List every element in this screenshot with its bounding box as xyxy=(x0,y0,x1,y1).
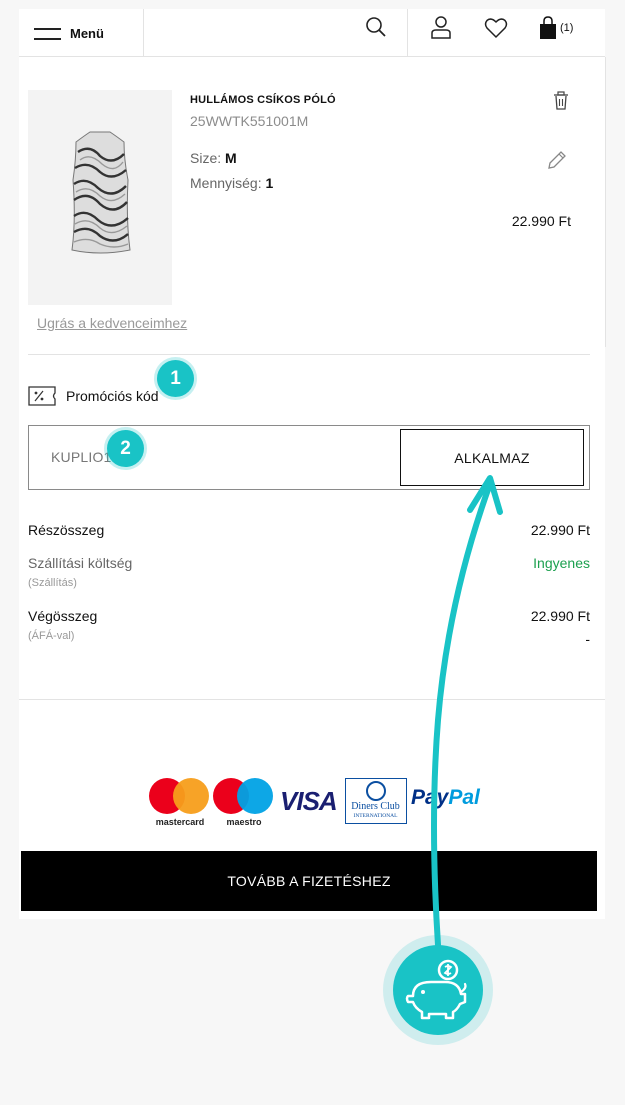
search-icon[interactable] xyxy=(362,13,390,41)
diners-sublabel: INTERNATIONAL xyxy=(353,813,398,819)
diners-logo: Diners Club INTERNATIONAL xyxy=(345,778,407,824)
cart-page: Menü (1) HULLÁMOS CSÍKOS PÓLÓ 25WWTK5510… xyxy=(19,9,606,919)
promo-header[interactable]: Promóciós kód xyxy=(28,384,159,408)
coupon-icon xyxy=(28,386,56,406)
step-badge-2: 2 xyxy=(107,430,144,467)
subtotal-value: 22.990 Ft xyxy=(530,522,590,538)
product-image[interactable] xyxy=(28,90,172,305)
product-quantity: Mennyiség: 1 xyxy=(190,175,273,191)
scrollbar[interactable] xyxy=(605,57,606,347)
shipping-label: Szállítási költség xyxy=(28,555,133,571)
mastercard-logo: mastercard xyxy=(149,776,211,828)
mastercard-label: mastercard xyxy=(155,817,205,827)
cart-count: (1) xyxy=(560,22,574,34)
shipping-sub: (Szállítás) xyxy=(28,577,77,589)
trash-icon[interactable] xyxy=(552,91,570,111)
total-extra: - xyxy=(585,631,590,647)
bag-icon xyxy=(540,16,556,39)
maestro-label: maestro xyxy=(226,817,262,827)
qty-value: 1 xyxy=(265,175,274,191)
total-label: Végösszeg xyxy=(28,608,98,624)
product-sku: 25WWTK551001M xyxy=(190,113,309,129)
paypal-logo: PayPal xyxy=(411,786,480,809)
heart-icon[interactable] xyxy=(483,14,511,42)
apply-button[interactable]: ALKALMAZ xyxy=(400,429,584,486)
hamburger-icon xyxy=(34,25,61,41)
product-price: 22.990 Ft xyxy=(511,213,571,229)
favorites-link[interactable]: Ugrás a kedvenceimhez xyxy=(37,315,187,331)
diners-label: Diners Club xyxy=(351,801,400,812)
product-size: Size: M xyxy=(190,150,237,166)
qty-label: Mennyiség: xyxy=(190,175,262,191)
total-sub: (ÁFÁ-val) xyxy=(28,630,75,642)
divider xyxy=(28,354,590,355)
subtotal-label: Részösszeg xyxy=(28,522,105,538)
piggy-bank-icon xyxy=(393,945,483,1035)
divider xyxy=(19,699,605,700)
product-name[interactable]: HULLÁMOS CSÍKOS PÓLÓ xyxy=(190,94,336,106)
shipping-value: Ingyenes xyxy=(533,555,590,571)
user-icon[interactable] xyxy=(428,14,456,42)
menu-button[interactable]: Menü xyxy=(19,9,144,57)
promo-label: Promóciós kód xyxy=(66,388,159,404)
top-header: Menü (1) xyxy=(19,9,605,57)
maestro-logo: maestro xyxy=(213,776,275,828)
pencil-icon[interactable] xyxy=(546,149,568,171)
visa-logo: VISA xyxy=(280,786,338,816)
total-value: 22.990 Ft xyxy=(530,608,590,624)
step-badge-1: 1 xyxy=(157,360,194,397)
size-value: M xyxy=(225,150,237,166)
checkout-button[interactable]: TOVÁBB A FIZETÉSHEZ xyxy=(21,851,597,911)
menu-label: Menü xyxy=(70,25,104,41)
cart-button[interactable]: (1) xyxy=(539,14,589,42)
size-label: Size: xyxy=(190,150,222,166)
header-divider xyxy=(407,9,408,57)
